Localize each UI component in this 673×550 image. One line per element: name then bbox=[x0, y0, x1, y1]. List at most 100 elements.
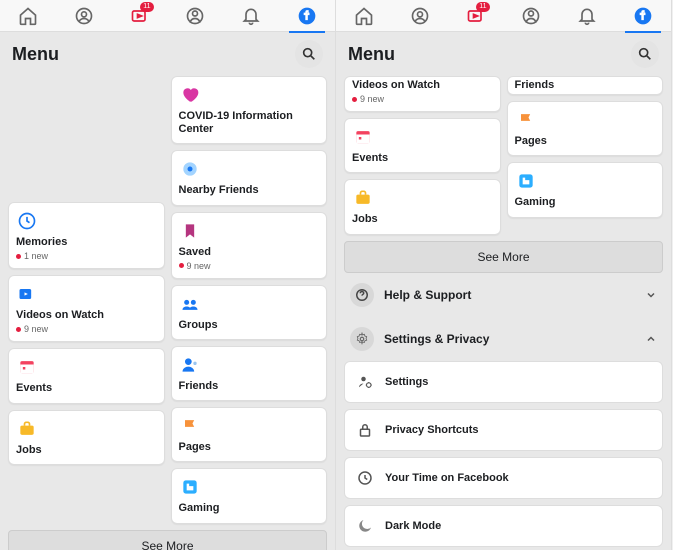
gaming-icon bbox=[515, 170, 537, 192]
item-label: Your Time on Facebook bbox=[385, 472, 509, 484]
gear-person-icon bbox=[355, 372, 375, 392]
bookmark-icon bbox=[179, 220, 201, 242]
watch-icon[interactable]: 11 bbox=[128, 4, 152, 28]
card-sub: 9 new bbox=[352, 94, 493, 104]
groups-icon[interactable] bbox=[72, 4, 96, 28]
card-videos-on-watch[interactable]: Videos on Watch 9 new bbox=[8, 275, 165, 342]
item-label: Privacy Shortcuts bbox=[385, 424, 479, 436]
card-label: Events bbox=[352, 152, 493, 165]
row-label: Settings & Privacy bbox=[384, 332, 489, 346]
settings-item-settings[interactable]: Settings bbox=[344, 361, 663, 403]
profile-icon[interactable] bbox=[519, 4, 543, 28]
see-more-button[interactable]: See More bbox=[8, 530, 327, 550]
card-events[interactable]: Events bbox=[344, 118, 501, 173]
help-support-row[interactable]: Help & Support bbox=[344, 273, 663, 317]
settings-item-your-time[interactable]: Your Time on Facebook bbox=[344, 457, 663, 499]
page-title: Menu bbox=[12, 44, 59, 65]
card-jobs[interactable]: Jobs bbox=[344, 179, 501, 234]
card-events[interactable]: Events bbox=[8, 348, 165, 403]
menu-icon[interactable] bbox=[295, 4, 319, 28]
card-covid-info[interactable]: COVID-19 Information Center bbox=[171, 76, 328, 144]
profile-icon[interactable] bbox=[183, 4, 207, 28]
card-pages[interactable]: Pages bbox=[507, 101, 664, 156]
notifications-icon[interactable] bbox=[575, 4, 599, 28]
home-icon[interactable] bbox=[16, 4, 40, 28]
card-label: COVID-19 Information Center bbox=[179, 110, 320, 136]
row-label: Help & Support bbox=[384, 288, 471, 302]
settings-item-privacy-shortcuts[interactable]: Privacy Shortcuts bbox=[344, 409, 663, 451]
content-scroll[interactable]: Memories1 new Videos on Watch 9 new Event… bbox=[0, 76, 335, 550]
settings-item-dark-mode[interactable]: Dark Mode bbox=[344, 505, 663, 547]
card-label: Saved bbox=[179, 246, 320, 259]
briefcase-icon bbox=[16, 418, 38, 440]
card-pages[interactable]: Pages bbox=[171, 407, 328, 462]
card-gaming[interactable]: Gaming bbox=[507, 162, 664, 217]
phone-left: 11 Menu Memories1 new Videos on Watch 9 n… bbox=[0, 0, 336, 550]
card-memories[interactable]: Memories1 new bbox=[8, 202, 165, 269]
top-nav: 11 bbox=[0, 0, 335, 32]
video-icon bbox=[16, 283, 38, 305]
briefcase-icon bbox=[352, 187, 374, 209]
card-label: Jobs bbox=[352, 213, 493, 226]
card-label: Friends bbox=[179, 380, 320, 393]
content-scroll[interactable]: Videos on Watch 9 new Events Jobs Friends… bbox=[336, 76, 671, 550]
card-groups[interactable]: Groups bbox=[171, 285, 328, 340]
page-header: Menu bbox=[0, 32, 335, 76]
menu-icon[interactable] bbox=[631, 4, 655, 28]
watch-badge: 11 bbox=[140, 2, 153, 12]
card-label: Groups bbox=[179, 319, 320, 332]
phone-right: 11 Menu Videos on Watch 9 new Events Jobs… bbox=[336, 0, 672, 550]
person-icon bbox=[179, 354, 201, 376]
card-saved[interactable]: Saved 9 new bbox=[171, 212, 328, 279]
page-header: Menu bbox=[336, 32, 671, 76]
card-label: Memories bbox=[16, 236, 157, 249]
calendar-icon bbox=[352, 126, 374, 148]
col-a: Memories1 new Videos on Watch 9 new Event… bbox=[8, 76, 165, 524]
moon-icon bbox=[355, 516, 375, 536]
search-button[interactable] bbox=[631, 40, 659, 68]
page-title: Menu bbox=[348, 44, 395, 65]
card-friends-cut[interactable]: Friends bbox=[507, 76, 664, 95]
card-label: Pages bbox=[515, 135, 656, 148]
card-label: Videos on Watch bbox=[352, 79, 493, 92]
card-sub: 9 new bbox=[16, 324, 157, 334]
card-label: Videos on Watch bbox=[16, 309, 157, 322]
flag-icon bbox=[179, 415, 201, 437]
lock-icon bbox=[355, 420, 375, 440]
card-label: Events bbox=[16, 382, 157, 395]
groups-icon[interactable] bbox=[408, 4, 432, 28]
watch-icon[interactable]: 11 bbox=[464, 4, 488, 28]
see-more-button[interactable]: See More bbox=[344, 241, 663, 273]
card-nearby-friends[interactable]: Nearby Friends bbox=[171, 150, 328, 205]
search-button[interactable] bbox=[295, 40, 323, 68]
col-b: COVID-19 Information Center Nearby Frien… bbox=[171, 76, 328, 524]
groups-icon bbox=[179, 293, 201, 315]
settings-privacy-row[interactable]: Settings & Privacy bbox=[344, 317, 663, 361]
card-label: Friends bbox=[515, 79, 656, 92]
flag-icon bbox=[515, 109, 537, 131]
heart-icon bbox=[179, 84, 201, 106]
question-icon bbox=[350, 283, 374, 307]
card-sub: 9 new bbox=[179, 261, 320, 271]
card-label: Nearby Friends bbox=[179, 184, 320, 197]
calendar-icon bbox=[16, 356, 38, 378]
card-jobs[interactable]: Jobs bbox=[8, 410, 165, 465]
card-label: Jobs bbox=[16, 444, 157, 457]
home-icon[interactable] bbox=[352, 4, 376, 28]
shortcut-grid: Videos on Watch 9 new Events Jobs Friends… bbox=[344, 76, 663, 235]
card-label: Gaming bbox=[515, 196, 656, 209]
card-videos-on-watch[interactable]: Videos on Watch 9 new bbox=[344, 76, 501, 112]
notifications-icon[interactable] bbox=[239, 4, 263, 28]
clock-icon bbox=[355, 468, 375, 488]
col-b: Friends Pages Gaming bbox=[507, 76, 664, 235]
col-a: Videos on Watch 9 new Events Jobs bbox=[344, 76, 501, 235]
top-nav: 11 bbox=[336, 0, 671, 32]
card-gaming[interactable]: Gaming bbox=[171, 468, 328, 523]
watch-badge: 11 bbox=[476, 2, 489, 12]
chevron-up-icon bbox=[645, 333, 657, 345]
chevron-down-icon bbox=[645, 289, 657, 301]
gaming-icon bbox=[179, 476, 201, 498]
card-friends[interactable]: Friends bbox=[171, 346, 328, 401]
item-label: Settings bbox=[385, 376, 428, 388]
shortcut-grid: Memories1 new Videos on Watch 9 new Event… bbox=[8, 76, 327, 524]
